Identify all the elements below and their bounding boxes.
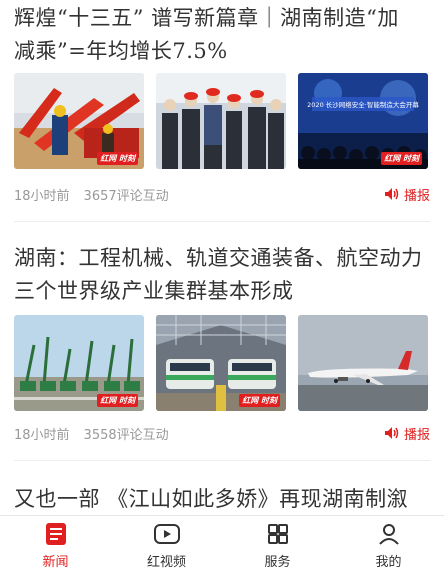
- tab-profile[interactable]: 我的: [333, 516, 444, 580]
- article-thumbnail[interactable]: 红网 时刻: [14, 315, 144, 411]
- article-comments: 3558评论互动: [83, 427, 169, 443]
- tab-label: 红视频: [146, 555, 186, 570]
- article-title-line: 又也一部 《江山如此多娇》再现湖南制溆: [14, 487, 409, 511]
- broadcast-button[interactable]: 播报: [384, 424, 430, 443]
- article-comments: 3657评论互动: [83, 188, 169, 204]
- thumbnail-badge: 红网 时刻: [239, 394, 280, 407]
- speaker-icon: [384, 427, 399, 439]
- article-thumbnail[interactable]: 2020 长沙网络安全·智能制造大会开幕 红网 时刻: [298, 73, 428, 169]
- article-title-line: 三个世界级产业集群基本形成: [14, 279, 294, 303]
- screen-text: 2020 长沙网络安全·智能制造大会开幕: [307, 100, 419, 109]
- thumbnail-badge: 红网 时刻: [381, 152, 422, 165]
- article-time: 18小时前: [14, 427, 70, 443]
- airplane-photo: [298, 315, 428, 411]
- broadcast-label: 播报: [403, 188, 430, 204]
- broadcast-label: 播报: [403, 427, 430, 443]
- speaker-icon: [384, 188, 399, 200]
- profile-icon: [378, 524, 399, 545]
- tab-label: 新闻: [42, 555, 69, 570]
- article-title[interactable]: 湖南：工程机械、轨道交通装备、航空动力 三个世界级产业集群基本形成: [0, 242, 444, 308]
- tab-label: 服务: [264, 555, 291, 570]
- article-thumbnail[interactable]: [156, 73, 286, 169]
- thumbnail-badge: 红网 时刻: [97, 394, 138, 407]
- article-card[interactable]: 湖南：工程机械、轨道交通装备、航空动力 三个世界级产业集群基本形成 红网 时刻 …: [0, 222, 444, 461]
- article-title-line: 减乘”=年均增长7.5%: [14, 39, 228, 63]
- tab-service[interactable]: 服务: [222, 516, 333, 580]
- factory-visit-photo: [156, 73, 286, 169]
- bottom-tab-bar: 新闻 红视频 服务 我的: [0, 515, 444, 580]
- thumbnail-badge: 红网 时刻: [97, 152, 138, 165]
- service-icon: [267, 524, 288, 544]
- news-feed: 辉煌“十三五” 谱写新篇章｜湖南制造“加 减乘”=年均增长7.5% 红网 时刻 …: [0, 0, 444, 516]
- news-icon: [45, 523, 66, 545]
- article-title-line: 湖南：工程机械、轨道交通装备、航空动力: [14, 246, 423, 270]
- article-thumbnail[interactable]: [298, 315, 428, 411]
- article-card[interactable]: 辉煌“十三五” 谱写新篇章｜湖南制造“加 减乘”=年均增长7.5% 红网 时刻 …: [0, 0, 444, 222]
- tab-video[interactable]: 红视频: [111, 516, 222, 580]
- article-title-line: 辉煌“十三五” 谱写新篇章｜湖南制造“加: [14, 6, 399, 30]
- article-time: 18小时前: [14, 188, 70, 204]
- video-icon: [153, 524, 180, 544]
- tab-label: 我的: [375, 555, 402, 570]
- article-card[interactable]: 又也一部 《江山如此多娇》再现湖南制溆: [0, 461, 444, 516]
- article-title[interactable]: 辉煌“十三五” 谱写新篇章｜湖南制造“加 减乘”=年均增长7.5%: [0, 2, 444, 68]
- article-thumbnail[interactable]: 红网 时刻: [14, 73, 144, 169]
- article-thumbnail[interactable]: 红网 时刻: [156, 315, 286, 411]
- broadcast-button[interactable]: 播报: [384, 185, 430, 204]
- article-title[interactable]: 又也一部 《江山如此多娇》再现湖南制溆: [0, 483, 444, 516]
- tab-news[interactable]: 新闻: [0, 516, 111, 580]
